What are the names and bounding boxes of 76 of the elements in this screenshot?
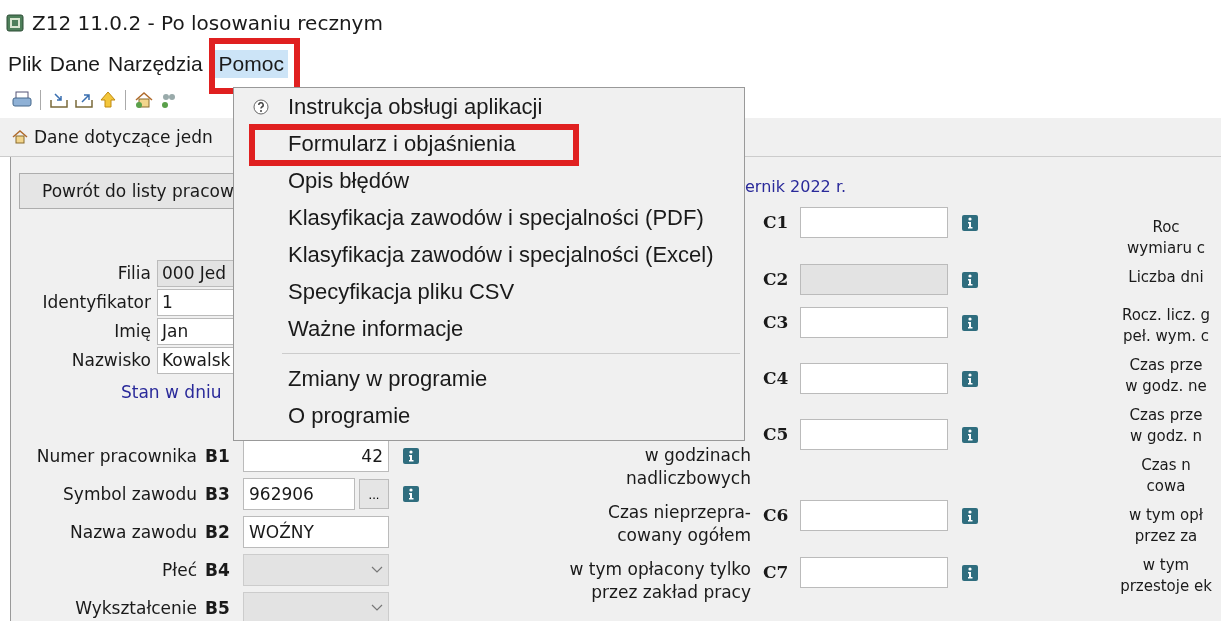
app-logo-icon [6,14,24,32]
info-icon[interactable] [962,565,978,581]
field-code: B4 [205,560,231,580]
menu-item[interactable]: Plik [4,50,46,78]
chevron-down-icon [371,604,383,612]
info-icon[interactable] [962,215,978,231]
input-field[interactable]: WOŹNY [243,516,389,548]
field-label: Imię [113,321,152,341]
browse-button[interactable]: ... [359,479,389,509]
field-code: C5 [763,423,790,444]
field-label: Czas nieprzepra- cowany ogółem [608,501,751,547]
menu-item[interactable]: Ważne informacje [288,315,464,342]
input-field[interactable] [800,557,948,588]
field-code: C4 [763,367,790,388]
field-label: Nazwisko [70,350,152,370]
window-title: Z12 11.0.2 - Po losowaniu recznym [32,11,383,35]
chevron-down-icon [371,566,383,574]
input-field[interactable] [800,363,948,394]
field-label: Czas n cowa [1140,455,1192,497]
field-label: Filia [116,263,152,283]
input-field[interactable]: 962906 [243,478,355,510]
menu-item[interactable]: Zmiany w programie [288,365,488,392]
menu-item[interactable]: Pomoc [214,50,288,78]
input-field[interactable] [800,419,948,450]
field-code: B3 [205,484,231,504]
printer-icon[interactable] [12,91,32,109]
tray-out-icon[interactable] [74,91,94,109]
field-code: C2 [763,268,790,289]
menu-item[interactable]: Dane [45,50,105,78]
field-code: C1 [763,211,790,232]
field-code: C3 [763,311,790,332]
info-icon[interactable] [962,508,978,524]
menu-item[interactable]: Instrukcja obsługi aplikacji [288,93,543,120]
field-label: w tym opłacony tylko przez zakład pracy [569,558,751,604]
period-heading: ernik 2022 r. [744,176,848,198]
house-icon [12,129,28,145]
section-heading: Stan w dniu [121,382,223,402]
field-label: Liczba dni [1127,267,1205,288]
field-label: Nazwa zawodu [69,522,198,542]
menu-item[interactable]: Specyfikacja pliku CSV [288,278,515,305]
field-code: C7 [763,561,790,582]
field-code: B2 [205,522,231,542]
menu-item[interactable]: Formularz i objaśnienia [288,130,516,157]
input-field[interactable] [800,500,948,531]
help-icon [253,98,269,115]
info-icon[interactable] [403,486,419,502]
info-icon[interactable] [962,272,978,288]
field-label: Roc wymiaru c [1126,217,1206,259]
field-label: Płeć [161,560,198,580]
field-label: Wykształcenie [74,598,198,618]
field-label: w godzinach nadliczbowych [626,444,751,490]
up-arrow-icon[interactable] [99,91,117,109]
tab-label: Dane dotyczące jedn [34,127,213,147]
menu-item[interactable]: Klasyfikacja zawodów i specjalności (Excel) [288,241,714,268]
field-label: Czas prze w godz. ne [1124,355,1208,397]
input-field[interactable] [800,207,948,238]
info-icon[interactable] [962,371,978,387]
field-code: B5 [205,598,231,618]
field-label: w tym przestoje ek [1119,555,1213,597]
field-code: B1 [205,446,231,466]
field-label: w tym opł przez za [1127,505,1205,547]
menu-item[interactable]: Narzędzia [104,50,207,78]
menu-item[interactable]: O programie [288,402,411,429]
input-field[interactable] [800,307,948,338]
field-label: Symbol zawodu [62,484,198,504]
field-label: Rocz. licz. g peł. wym. c [1120,305,1212,347]
info-icon[interactable] [403,448,419,464]
field-label: Identyfikator [41,292,152,312]
tray-in-icon[interactable] [49,91,69,109]
field-label: Numer pracownika [35,446,198,466]
input-field[interactable]: 42 [243,440,389,472]
info-icon[interactable] [962,315,978,331]
info-icon[interactable] [962,427,978,443]
field-code: C6 [763,504,790,525]
house-icon[interactable] [134,91,154,109]
field-label: Czas prze w godz. n [1128,405,1204,447]
